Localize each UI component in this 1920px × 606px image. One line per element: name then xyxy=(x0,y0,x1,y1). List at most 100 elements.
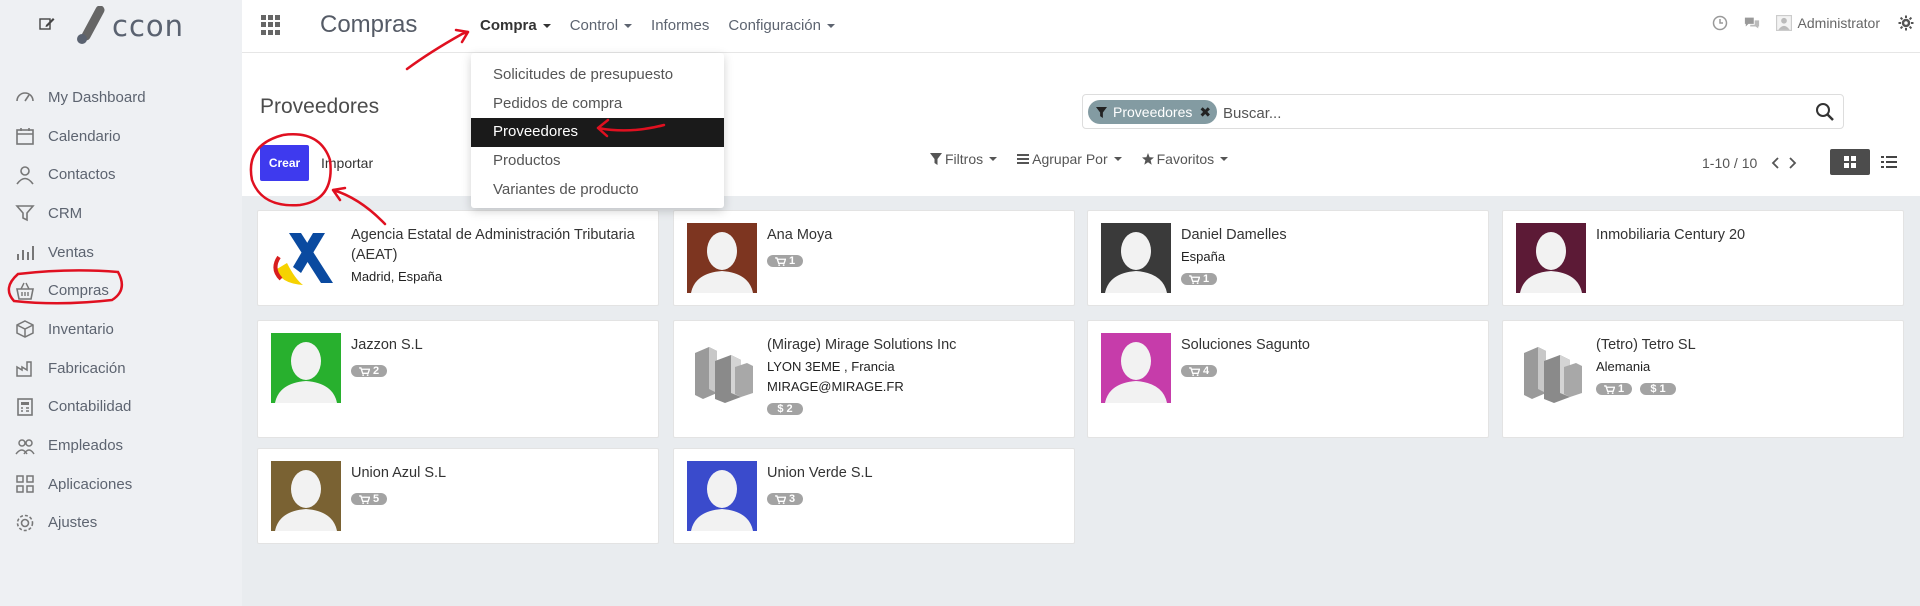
caret-down-icon xyxy=(826,23,835,28)
cart-icon xyxy=(1189,274,1200,284)
topnav-informes[interactable]: Informes xyxy=(651,17,709,34)
purchase-count-badge[interactable]: 1 xyxy=(767,255,803,267)
list-bars-icon xyxy=(1017,154,1030,164)
pager: 1-10 / 10 xyxy=(1702,155,1797,171)
vendor-card[interactable]: Soluciones Sagunto 4 xyxy=(1087,320,1489,438)
dollar-icon: $ xyxy=(1650,383,1657,395)
page-title: Proveedores xyxy=(260,95,380,118)
systray: Administrator xyxy=(1696,15,1920,31)
vendor-name: Soluciones Sagunto xyxy=(1181,337,1310,353)
vendor-badges: 2 xyxy=(351,365,395,377)
dropdown-item-pedidos-de-compra[interactable]: Pedidos de compra xyxy=(471,90,724,119)
vendor-name: Daniel Damelles xyxy=(1181,227,1287,243)
dropdown-item-variantes-de-producto[interactable]: Variantes de producto xyxy=(471,176,724,205)
logo: ccon xyxy=(74,6,184,46)
create-button[interactable]: Crear xyxy=(260,145,309,181)
vendor-name: Jazzon S.L xyxy=(351,337,423,353)
bill-count-badge[interactable]: $1 xyxy=(1640,383,1676,395)
vendor-badges: 5 xyxy=(351,493,395,505)
sidebar-item-label: Compras xyxy=(48,282,109,300)
import-button[interactable]: Importar xyxy=(321,155,373,171)
cart-icon xyxy=(359,366,370,376)
vendor-card[interactable]: (Mirage) Mirage Solutions Inc LYON 3EME ,… xyxy=(673,320,1075,438)
aeat-logo xyxy=(271,223,341,293)
sidebar-item-calendario[interactable]: Calendario xyxy=(0,117,242,156)
topbar: Compras Compra Control Informes Configuraci… xyxy=(242,0,1920,53)
cart-icon xyxy=(775,256,786,266)
sidebar-item-ajustes[interactable]: Ajustes xyxy=(0,504,242,543)
topnav-label: Control xyxy=(569,17,619,34)
sidebar-item-label: Calendario xyxy=(48,127,121,145)
vendor-card[interactable]: Daniel Damelles España 1 xyxy=(1087,210,1489,306)
vendor-card[interactable]: Ana Moya 1 xyxy=(673,210,1075,306)
search-facet[interactable]: Proveedores ✖ xyxy=(1088,100,1218,124)
dropdown-item-solicitudes-de-presupuesto[interactable]: Solicitudes de presupuesto xyxy=(471,61,724,90)
vendor-detail: España xyxy=(1181,249,1226,264)
sidebar-item-contactos[interactable]: Contactos xyxy=(0,155,242,194)
purchase-count-badge[interactable]: 4 xyxy=(1181,365,1217,377)
topnav-compra[interactable]: Compra xyxy=(480,17,551,34)
purchase-count-badge[interactable]: 1 xyxy=(1181,273,1217,285)
groupby-label: Agrupar Por xyxy=(1032,151,1108,167)
bill-count-badge[interactable]: $2 xyxy=(767,403,803,415)
caret-down-icon xyxy=(542,23,551,28)
list-view-icon[interactable] xyxy=(1880,153,1898,171)
search-icon[interactable] xyxy=(1815,102,1835,122)
kanban-view-button[interactable] xyxy=(1830,149,1870,175)
purchase-count-badge[interactable]: 2 xyxy=(351,365,387,377)
sidebar-item-contabilidad[interactable]: Contabilidad xyxy=(0,388,242,427)
favorites-dropdown[interactable]: Favoritos xyxy=(1141,151,1229,167)
pager-value[interactable]: 1-10 / 10 xyxy=(1702,155,1757,171)
chevron-right-icon[interactable] xyxy=(1787,157,1797,169)
top-navigation: Compra Control Informes Configuración xyxy=(480,17,854,34)
badge-value: 1 xyxy=(788,255,796,267)
sidebar-item-fabricaci-n[interactable]: Fabricación xyxy=(0,349,242,388)
edit-icon[interactable] xyxy=(38,15,56,33)
purchase-count-badge[interactable]: 3 xyxy=(767,493,803,505)
purchase-count-badge[interactable]: 1 xyxy=(1596,383,1632,395)
sidebar-item-crm[interactable]: CRM xyxy=(0,194,242,233)
box-icon xyxy=(14,318,36,340)
sidebar-item-ventas[interactable]: Ventas xyxy=(0,233,242,272)
sidebar-item-label: Contabilidad xyxy=(48,398,132,416)
kanban-grid-icon xyxy=(1844,156,1856,168)
factory-icon xyxy=(14,357,36,379)
user-menu[interactable]: Administrator xyxy=(1775,15,1880,31)
chat-bubbles-icon[interactable] xyxy=(1744,15,1760,31)
filter-icon xyxy=(930,153,942,165)
apps-menu-icon[interactable] xyxy=(261,15,281,35)
cart-icon xyxy=(1604,384,1615,394)
purchase-count-badge[interactable]: 5 xyxy=(351,493,387,505)
sidebar: ccon My Dashboard Calendario Contactos CRM V… xyxy=(0,0,242,606)
vendor-card[interactable]: Inmobiliaria Century 20 xyxy=(1502,210,1904,306)
vendor-card[interactable]: (Tetro) Tetro SL Alemania 1 $1 xyxy=(1502,320,1904,438)
vendor-name: Inmobiliaria Century 20 xyxy=(1596,227,1746,243)
filters-dropdown[interactable]: Filtros xyxy=(930,151,998,167)
settings-gear-icon[interactable] xyxy=(1898,15,1914,31)
vendor-card[interactable]: Union Verde S.L 3 xyxy=(673,448,1075,544)
sidebar-item-label: Fabricación xyxy=(48,359,126,377)
vendor-card[interactable]: Agencia Estatal de Administración Tribut… xyxy=(257,210,659,306)
sidebar-item-label: Contactos xyxy=(48,166,116,184)
topnav-control[interactable]: Control xyxy=(569,17,633,34)
vendor-card[interactable]: Jazzon S.L 2 xyxy=(257,320,659,438)
groupby-dropdown[interactable]: Agrupar Por xyxy=(1017,151,1122,167)
avatar-placeholder xyxy=(271,461,341,531)
dropdown-item-productos[interactable]: Productos xyxy=(471,147,724,176)
sidebar-item-compras[interactable]: Compras xyxy=(0,271,242,310)
calendar-icon xyxy=(14,125,36,147)
remove-facet-icon[interactable]: ✖ xyxy=(1199,104,1211,121)
filter-icon xyxy=(1096,106,1107,118)
sidebar-item-my-dashboard[interactable]: My Dashboard xyxy=(0,78,242,117)
user-icon xyxy=(14,164,36,186)
topnav-configuraci-n[interactable]: Configuración xyxy=(728,17,835,34)
dropdown-item-proveedores[interactable]: Proveedores xyxy=(471,118,724,148)
sidebar-item-empleados[interactable]: Empleados xyxy=(0,426,242,465)
activity-clock-icon[interactable] xyxy=(1712,15,1728,31)
search-input[interactable] xyxy=(1223,102,1783,124)
sidebar-item-label: Ajustes xyxy=(48,514,98,532)
vendor-card[interactable]: Union Azul S.L 5 xyxy=(257,448,659,544)
chevron-left-icon[interactable] xyxy=(1771,157,1781,169)
sidebar-item-inventario[interactable]: Inventario xyxy=(0,310,242,349)
sidebar-item-aplicaciones[interactable]: Aplicaciones xyxy=(0,465,242,504)
